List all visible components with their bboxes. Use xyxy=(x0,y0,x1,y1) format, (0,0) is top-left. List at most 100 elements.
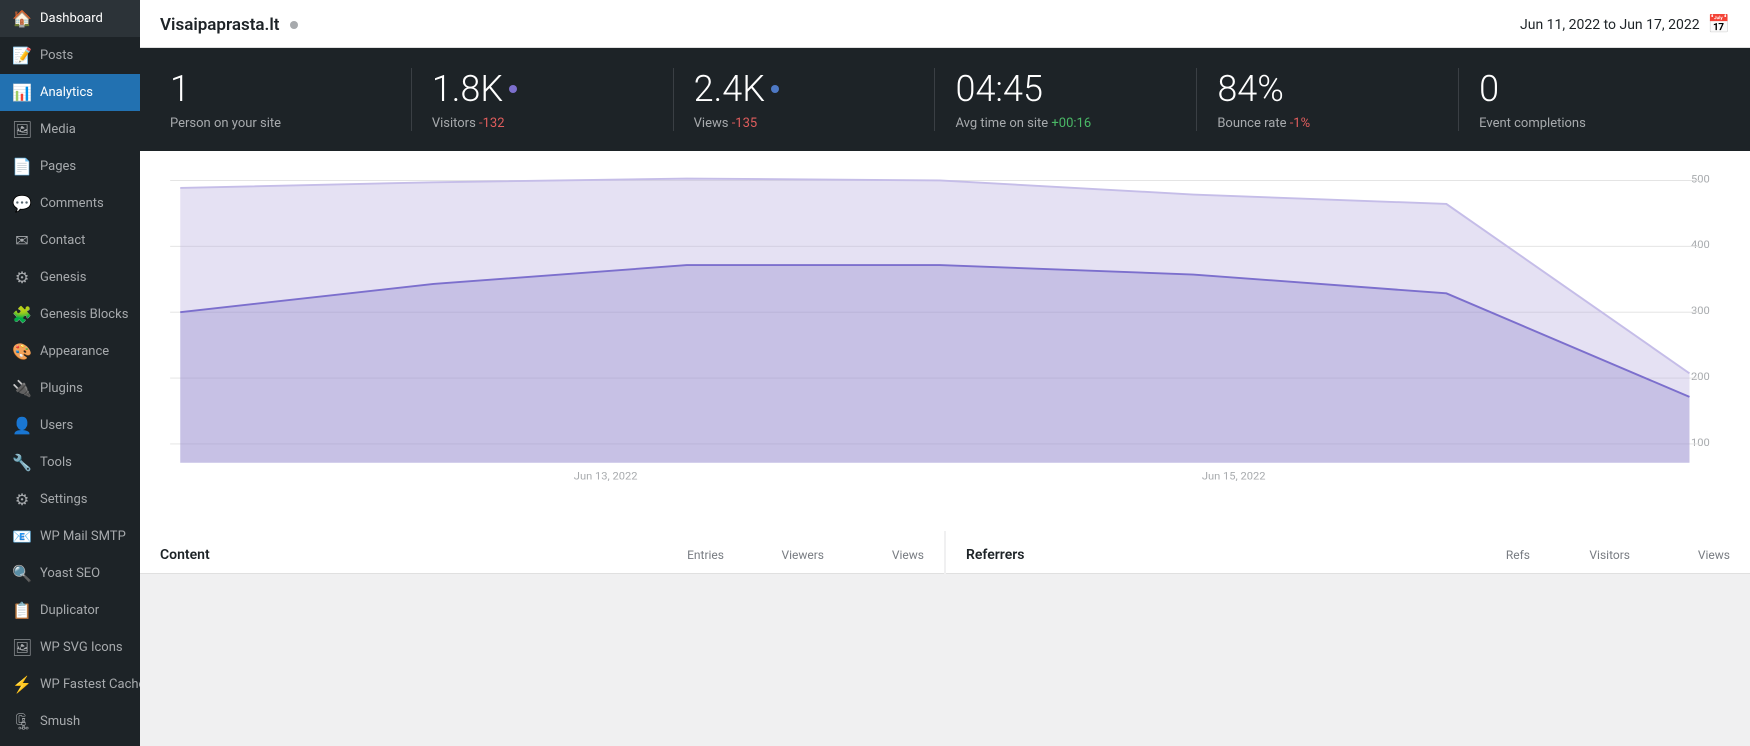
sidebar-icon-tools: 🔧 xyxy=(12,453,32,472)
sidebar-item-genesis[interactable]: ⚙ Genesis xyxy=(0,259,140,296)
stat-dot-2 xyxy=(771,85,779,93)
stat-item-3: 04:45 Avg time on site +00:16 xyxy=(935,68,1197,131)
sidebar-icon-comments: 💬 xyxy=(12,194,32,213)
status-dot xyxy=(290,21,298,29)
col-visitors: Visitors xyxy=(1550,548,1630,562)
sidebar-icon-plugins: 🔌 xyxy=(12,379,32,398)
stat-label-3: Avg time on site +00:16 xyxy=(955,116,1176,131)
sidebar-item-contact[interactable]: ✉ Contact xyxy=(0,222,140,259)
sidebar-item-users[interactable]: 👤 Users xyxy=(0,407,140,444)
sidebar-item-tools[interactable]: 🔧 Tools xyxy=(0,444,140,481)
sidebar-label-users: Users xyxy=(40,418,128,433)
stat-item-5: 0 Event completions xyxy=(1459,68,1720,131)
svg-text:500: 500 xyxy=(1691,173,1710,186)
col-refs: Refs xyxy=(1450,548,1530,562)
sidebar-label-wp-mail-smtp: WP Mail SMTP xyxy=(40,529,128,544)
sidebar-icon-settings: ⚙ xyxy=(12,490,32,509)
sidebar-item-settings[interactable]: ⚙ Settings xyxy=(0,481,140,518)
sidebar-item-plugins[interactable]: 🔌 Plugins xyxy=(0,370,140,407)
svg-text:400: 400 xyxy=(1691,239,1710,252)
sidebar-item-smush[interactable]: 🗜 Smush xyxy=(0,703,140,740)
content-title: Content xyxy=(160,547,624,563)
sidebar-item-yoast-seo[interactable]: 🔍 Yoast SEO xyxy=(0,555,140,592)
stat-value-4: 84% xyxy=(1217,68,1438,110)
sidebar-item-posts[interactable]: 📝 Posts xyxy=(0,37,140,74)
sidebar-label-duplicator: Duplicator xyxy=(40,603,128,618)
site-name: Visaipaprasta.lt xyxy=(160,15,280,35)
referrers-table-header: Referrers Refs Visitors Views xyxy=(946,531,1750,574)
sidebar-icon-wp-mail-smtp: 📧 xyxy=(12,527,32,546)
date-range: Jun 11, 2022 to Jun 17, 2022 📅 xyxy=(1520,14,1730,35)
stat-value-1: 1.8K xyxy=(432,68,653,110)
stat-value-2: 2.4K xyxy=(694,68,915,110)
sidebar-label-pages: Pages xyxy=(40,159,128,174)
sidebar-item-wp-svg-icons[interactable]: 🖼 WP SVG Icons xyxy=(0,629,140,666)
sidebar-item-appearance[interactable]: 🎨 Appearance xyxy=(0,333,140,370)
svg-text:300: 300 xyxy=(1691,304,1710,317)
sidebar-icon-appearance: 🎨 xyxy=(12,342,32,361)
sidebar-label-yoast-seo: Yoast SEO xyxy=(40,566,128,581)
sidebar-icon-genesis: ⚙ xyxy=(12,268,32,287)
col-viewers: Viewers xyxy=(744,548,824,562)
stat-item-4: 84% Bounce rate -1% xyxy=(1197,68,1459,131)
sidebar-item-pages[interactable]: 📄 Pages xyxy=(0,148,140,185)
stat-label-5: Event completions xyxy=(1479,116,1700,131)
stat-item-0: 1 Person on your site xyxy=(170,68,412,131)
stat-label-4: Bounce rate -1% xyxy=(1217,116,1438,131)
sidebar-label-wp-svg-icons: WP SVG Icons xyxy=(40,640,128,655)
sidebar-icon-analytics: 📊 xyxy=(12,83,32,102)
bottom-tables: Content Entries Viewers Views Referrers … xyxy=(140,531,1750,574)
sidebar: 🏠 Dashboard 📝 Posts 📊 Analytics 🖼 Media … xyxy=(0,0,140,746)
sidebar-item-duplicator[interactable]: 📋 Duplicator xyxy=(0,592,140,629)
sidebar-label-wp-fastest-cache: WP Fastest Cache xyxy=(40,677,140,692)
sidebar-icon-yoast-seo: 🔍 xyxy=(12,564,32,583)
stat-change-1: -132 xyxy=(479,116,505,131)
sidebar-icon-dashboard: 🏠 xyxy=(12,9,32,28)
content-table: Content Entries Viewers Views xyxy=(140,531,944,574)
sidebar-item-comments[interactable]: 💬 Comments xyxy=(0,185,140,222)
sidebar-icon-contact: ✉ xyxy=(12,231,32,250)
stat-item-2: 2.4K Views -135 xyxy=(674,68,936,131)
sidebar-icon-genesis-blocks: 🧩 xyxy=(12,305,32,324)
date-range-text: Jun 11, 2022 to Jun 17, 2022 xyxy=(1520,17,1700,33)
stat-label-0: Person on your site xyxy=(170,116,391,131)
sidebar-item-wp-mail-smtp[interactable]: 📧 WP Mail SMTP xyxy=(0,518,140,555)
sidebar-icon-duplicator: 📋 xyxy=(12,601,32,620)
referrers-title: Referrers xyxy=(966,547,1430,563)
sidebar-label-smush: Smush xyxy=(40,714,128,729)
sidebar-label-dashboard: Dashboard xyxy=(40,11,128,26)
sidebar-label-contact: Contact xyxy=(40,233,128,248)
sidebar-label-plugins: Plugins xyxy=(40,381,128,396)
sidebar-label-appearance: Appearance xyxy=(40,344,128,359)
sidebar-item-wp-fastest-cache[interactable]: ⚡ WP Fastest Cache xyxy=(0,666,140,703)
sidebar-label-comments: Comments xyxy=(40,196,128,211)
sidebar-item-analytics[interactable]: 📊 Analytics xyxy=(0,74,140,111)
sidebar-label-media: Media xyxy=(40,122,128,137)
sidebar-label-genesis-blocks: Genesis Blocks xyxy=(40,307,128,322)
col-views2: Views xyxy=(1650,548,1730,562)
svg-text:Jun 13, 2022: Jun 13, 2022 xyxy=(574,470,638,483)
sidebar-item-dashboard[interactable]: 🏠 Dashboard xyxy=(0,0,140,37)
sidebar-icon-smush: 🗜 xyxy=(12,712,32,731)
sidebar-label-tools: Tools xyxy=(40,455,128,470)
referrers-table: Referrers Refs Visitors Views xyxy=(946,531,1750,574)
calendar-icon[interactable]: 📅 xyxy=(1708,14,1730,35)
svg-text:100: 100 xyxy=(1691,436,1710,449)
col-entries: Entries xyxy=(644,548,724,562)
stat-value-0: 1 xyxy=(170,68,391,110)
sidebar-icon-users: 👤 xyxy=(12,416,32,435)
sidebar-icon-pages: 📄 xyxy=(12,157,32,176)
sidebar-label-genesis: Genesis xyxy=(40,270,128,285)
sidebar-icon-wp-svg-icons: 🖼 xyxy=(12,638,32,657)
svg-text:200: 200 xyxy=(1691,370,1710,383)
sidebar-label-analytics: Analytics xyxy=(40,85,128,100)
stat-change-2: -135 xyxy=(732,116,758,131)
stat-label-1: Visitors -132 xyxy=(432,116,653,131)
sidebar-item-genesis-blocks[interactable]: 🧩 Genesis Blocks xyxy=(0,296,140,333)
stat-dot-1 xyxy=(509,85,517,93)
stat-change-3: +00:16 xyxy=(1051,116,1091,131)
sidebar-icon-wp-fastest-cache: ⚡ xyxy=(12,675,32,694)
sidebar-item-media[interactable]: 🖼 Media xyxy=(0,111,140,148)
page-header: Visaipaprasta.lt Jun 11, 2022 to Jun 17,… xyxy=(140,0,1750,48)
main-content: Visaipaprasta.lt Jun 11, 2022 to Jun 17,… xyxy=(140,0,1750,746)
